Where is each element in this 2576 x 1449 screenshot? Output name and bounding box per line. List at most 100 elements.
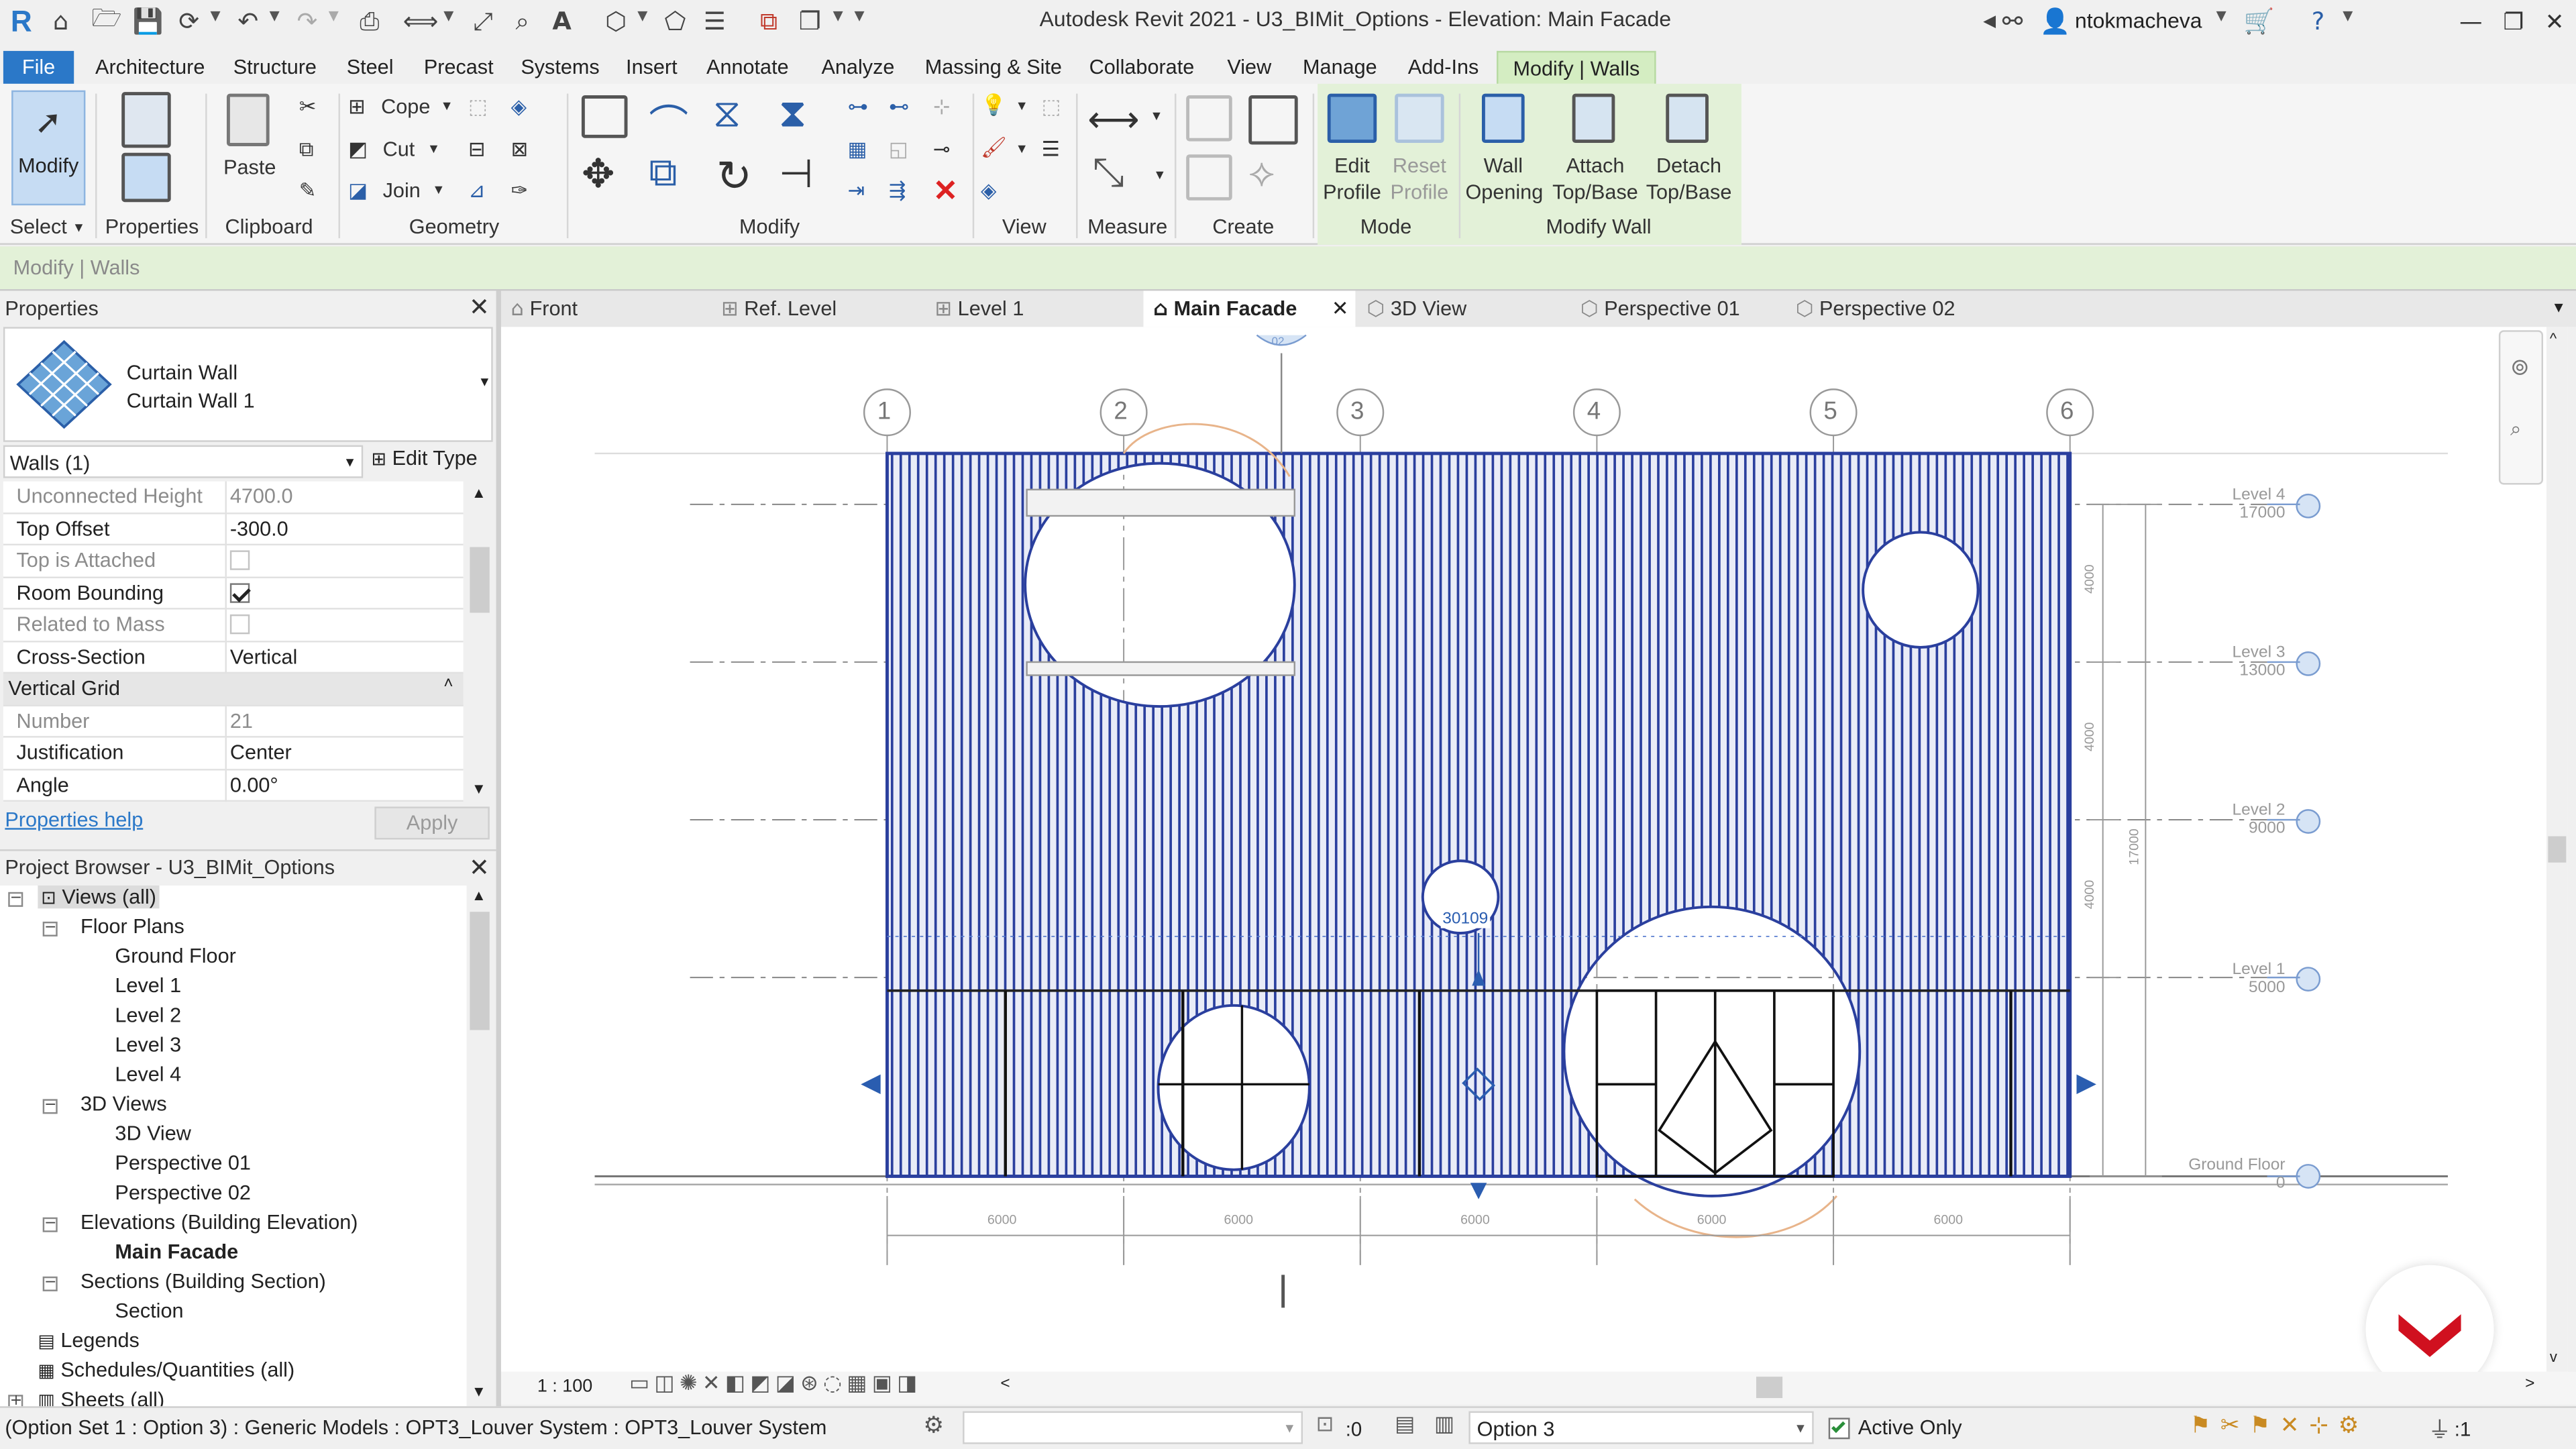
help-icon[interactable]: ? (2300, 5, 2337, 38)
switch-windows-icon[interactable]: ❐ (792, 5, 828, 38)
cut-icon[interactable]: ✂ (299, 94, 317, 119)
related-to-mass-checkbox[interactable] (229, 614, 250, 635)
chevron-down-icon[interactable]: ▼ (1150, 109, 1163, 123)
tag-icon[interactable]: ⌕ (504, 5, 541, 38)
scroll-down-icon[interactable]: v (2550, 1349, 2557, 1365)
tree-item-ground-floor[interactable]: Ground Floor (115, 945, 235, 967)
property-row[interactable]: Related to Mass (3, 609, 464, 642)
chevron-down-icon[interactable]: ▼ (440, 99, 453, 113)
tab-front[interactable]: ⌂ Front (511, 290, 708, 327)
minimize-button[interactable]: — (2449, 3, 2492, 43)
edit-type-button[interactable]: ⊞ Edit Type (371, 447, 477, 470)
scroll-up-icon[interactable]: ▲ (472, 484, 486, 500)
apply-button[interactable]: Apply (374, 806, 490, 840)
attach-icon[interactable] (1572, 93, 1615, 144)
move-icon[interactable]: ✥ (582, 151, 614, 199)
tab-analyze[interactable]: Analyze (812, 51, 904, 84)
customize-qat-icon[interactable]: ▼ (854, 8, 864, 23)
close-icon[interactable]: ✕ (469, 292, 490, 322)
wall-joins-icon[interactable]: ⬚ (468, 94, 488, 118)
chevron-down-icon[interactable]: ▼ (2343, 8, 2353, 23)
scroll-down-icon[interactable]: ▼ (472, 780, 486, 796)
dimension-text[interactable]: 6000 (1460, 1212, 1490, 1227)
split-gap-icon[interactable]: ⊷ (889, 94, 910, 118)
undo-icon[interactable]: ↶ (230, 5, 266, 38)
tree-item-elevations[interactable]: Elevations (Building Elevation) (80, 1211, 358, 1234)
text-icon[interactable]: A (544, 5, 580, 38)
option-set-icon[interactable]: ▥ (1434, 1413, 1454, 1438)
grid-label[interactable]: 4 (1587, 398, 1601, 426)
view-control-icons[interactable]: ▭◫✺✕◧◩◪⊛◌▦▣◨ (629, 1372, 922, 1397)
level-label[interactable]: Level 1 5000 (2174, 961, 2286, 998)
grid-label[interactable]: 3 (1350, 398, 1364, 426)
hide-icon[interactable]: 💡 (981, 94, 1006, 119)
3d-view-icon[interactable]: ⬡ (598, 5, 634, 38)
tree-item-level-1[interactable]: Level 1 (115, 974, 181, 997)
tab-massing-site[interactable]: Massing & Site (915, 51, 1072, 84)
collapse-icon[interactable]: − (42, 1276, 58, 1291)
chevron-down-icon[interactable]: ▼ (1015, 99, 1028, 113)
open-icon[interactable]: 🗁 (89, 3, 125, 38)
close-hidden-icon[interactable]: ⧉ (751, 5, 787, 38)
tab-view[interactable]: View (1218, 51, 1281, 84)
property-row[interactable]: Unconnected Height 4700.0 (3, 481, 464, 514)
demolish-icon[interactable]: ⊠ (511, 136, 529, 161)
join-icon[interactable]: ◪ (348, 177, 368, 202)
scroll-thumb[interactable] (470, 547, 490, 613)
grid-label[interactable]: 6 (2060, 398, 2074, 426)
level-label[interactable]: Level 4 17000 (2174, 486, 2286, 523)
trim-multiple-icon[interactable]: ⇶ (889, 177, 906, 202)
collapse-icon[interactable]: ˄ (443, 676, 453, 694)
unpin-icon[interactable]: ⊹ (933, 94, 951, 118)
chevron-down-icon[interactable]: ▼ (427, 142, 440, 156)
dimension-text[interactable]: 17000 (2127, 828, 2142, 865)
active-only-checkbox[interactable] (1828, 1417, 1850, 1440)
grid-label[interactable]: 1 (877, 398, 891, 426)
chevron-down-icon[interactable]: ▼ (1015, 142, 1028, 156)
property-row[interactable]: Top Offset -300.0 (3, 513, 464, 546)
close-icon[interactable]: ✕ (469, 853, 490, 882)
view-scale[interactable]: 1 : 100 (537, 1377, 592, 1396)
tree-item-views[interactable]: ⊡ Views (all) (38, 885, 160, 909)
splitter[interactable] (496, 290, 501, 1407)
close-button[interactable]: ✕ (2533, 3, 2576, 43)
scale-icon[interactable]: ◱ (889, 136, 908, 161)
instance-filter-dropdown[interactable]: Walls (1) ▼ (3, 445, 364, 478)
tree-item-main-facade[interactable]: Main Facade (115, 1240, 238, 1263)
scroll-down-icon[interactable]: ▼ (472, 1383, 486, 1399)
top-attached-checkbox[interactable] (229, 550, 250, 570)
collapse-icon[interactable]: − (42, 1098, 58, 1114)
room-bounding-checkbox[interactable] (229, 582, 250, 602)
view-vertical-scrollbar[interactable]: ^ v (2546, 327, 2568, 1372)
property-row[interactable]: Angle 0.00° (3, 769, 464, 802)
type-properties-icon[interactable] (121, 92, 171, 148)
tab-manage[interactable]: Manage (1293, 51, 1387, 84)
grid-label[interactable]: 5 (1823, 398, 1837, 426)
detach-top-base-button[interactable]: Detach Top/Base (1642, 153, 1737, 205)
tree-item-perspective-01[interactable]: Perspective 01 (115, 1152, 251, 1175)
elevation-drawing[interactable] (501, 327, 2568, 1372)
tree-item-section[interactable]: Section (115, 1299, 183, 1322)
tree-item-schedules[interactable]: ▦ Schedules/Quantities (all) (38, 1358, 294, 1381)
collapse-icon[interactable]: − (42, 1216, 58, 1232)
pick-icon[interactable]: ✑ (511, 177, 529, 202)
sync-icon[interactable]: ⟳ (171, 5, 207, 38)
rotate-icon[interactable]: ↻ (716, 151, 752, 202)
scroll-up-icon[interactable]: ▲ (472, 887, 486, 903)
tab-perspective-02[interactable]: ⬡ Perspective 02 (1796, 290, 2001, 327)
browser-scrollbar[interactable]: ▲ ▼ (466, 885, 493, 1407)
type-selector[interactable]: Curtain Wall Curtain Wall 1 ▼ (3, 327, 493, 442)
tab-level-1[interactable]: ⊞ Level 1 (934, 290, 1140, 327)
tree-item-level-4[interactable]: Level 4 (115, 1063, 181, 1085)
reset-profile-icon[interactable] (1395, 93, 1444, 144)
copy-tool-icon[interactable]: ⧉ (649, 151, 677, 197)
chevron-down-icon[interactable]: ▼ (72, 220, 85, 235)
array-icon[interactable]: ▦ (848, 136, 867, 161)
restore-button[interactable]: ❐ (2492, 3, 2535, 43)
tree-item-3d-view[interactable]: 3D View (115, 1122, 191, 1145)
dimension-text[interactable]: 4000 (2082, 722, 2097, 752)
offset-icon[interactable]: ⌒ (649, 92, 688, 150)
tab-systems[interactable]: Systems (511, 51, 610, 84)
chevron-down-icon[interactable]: ▼ (1153, 168, 1166, 182)
chevron-down-icon[interactable]: ▼ (210, 8, 220, 23)
